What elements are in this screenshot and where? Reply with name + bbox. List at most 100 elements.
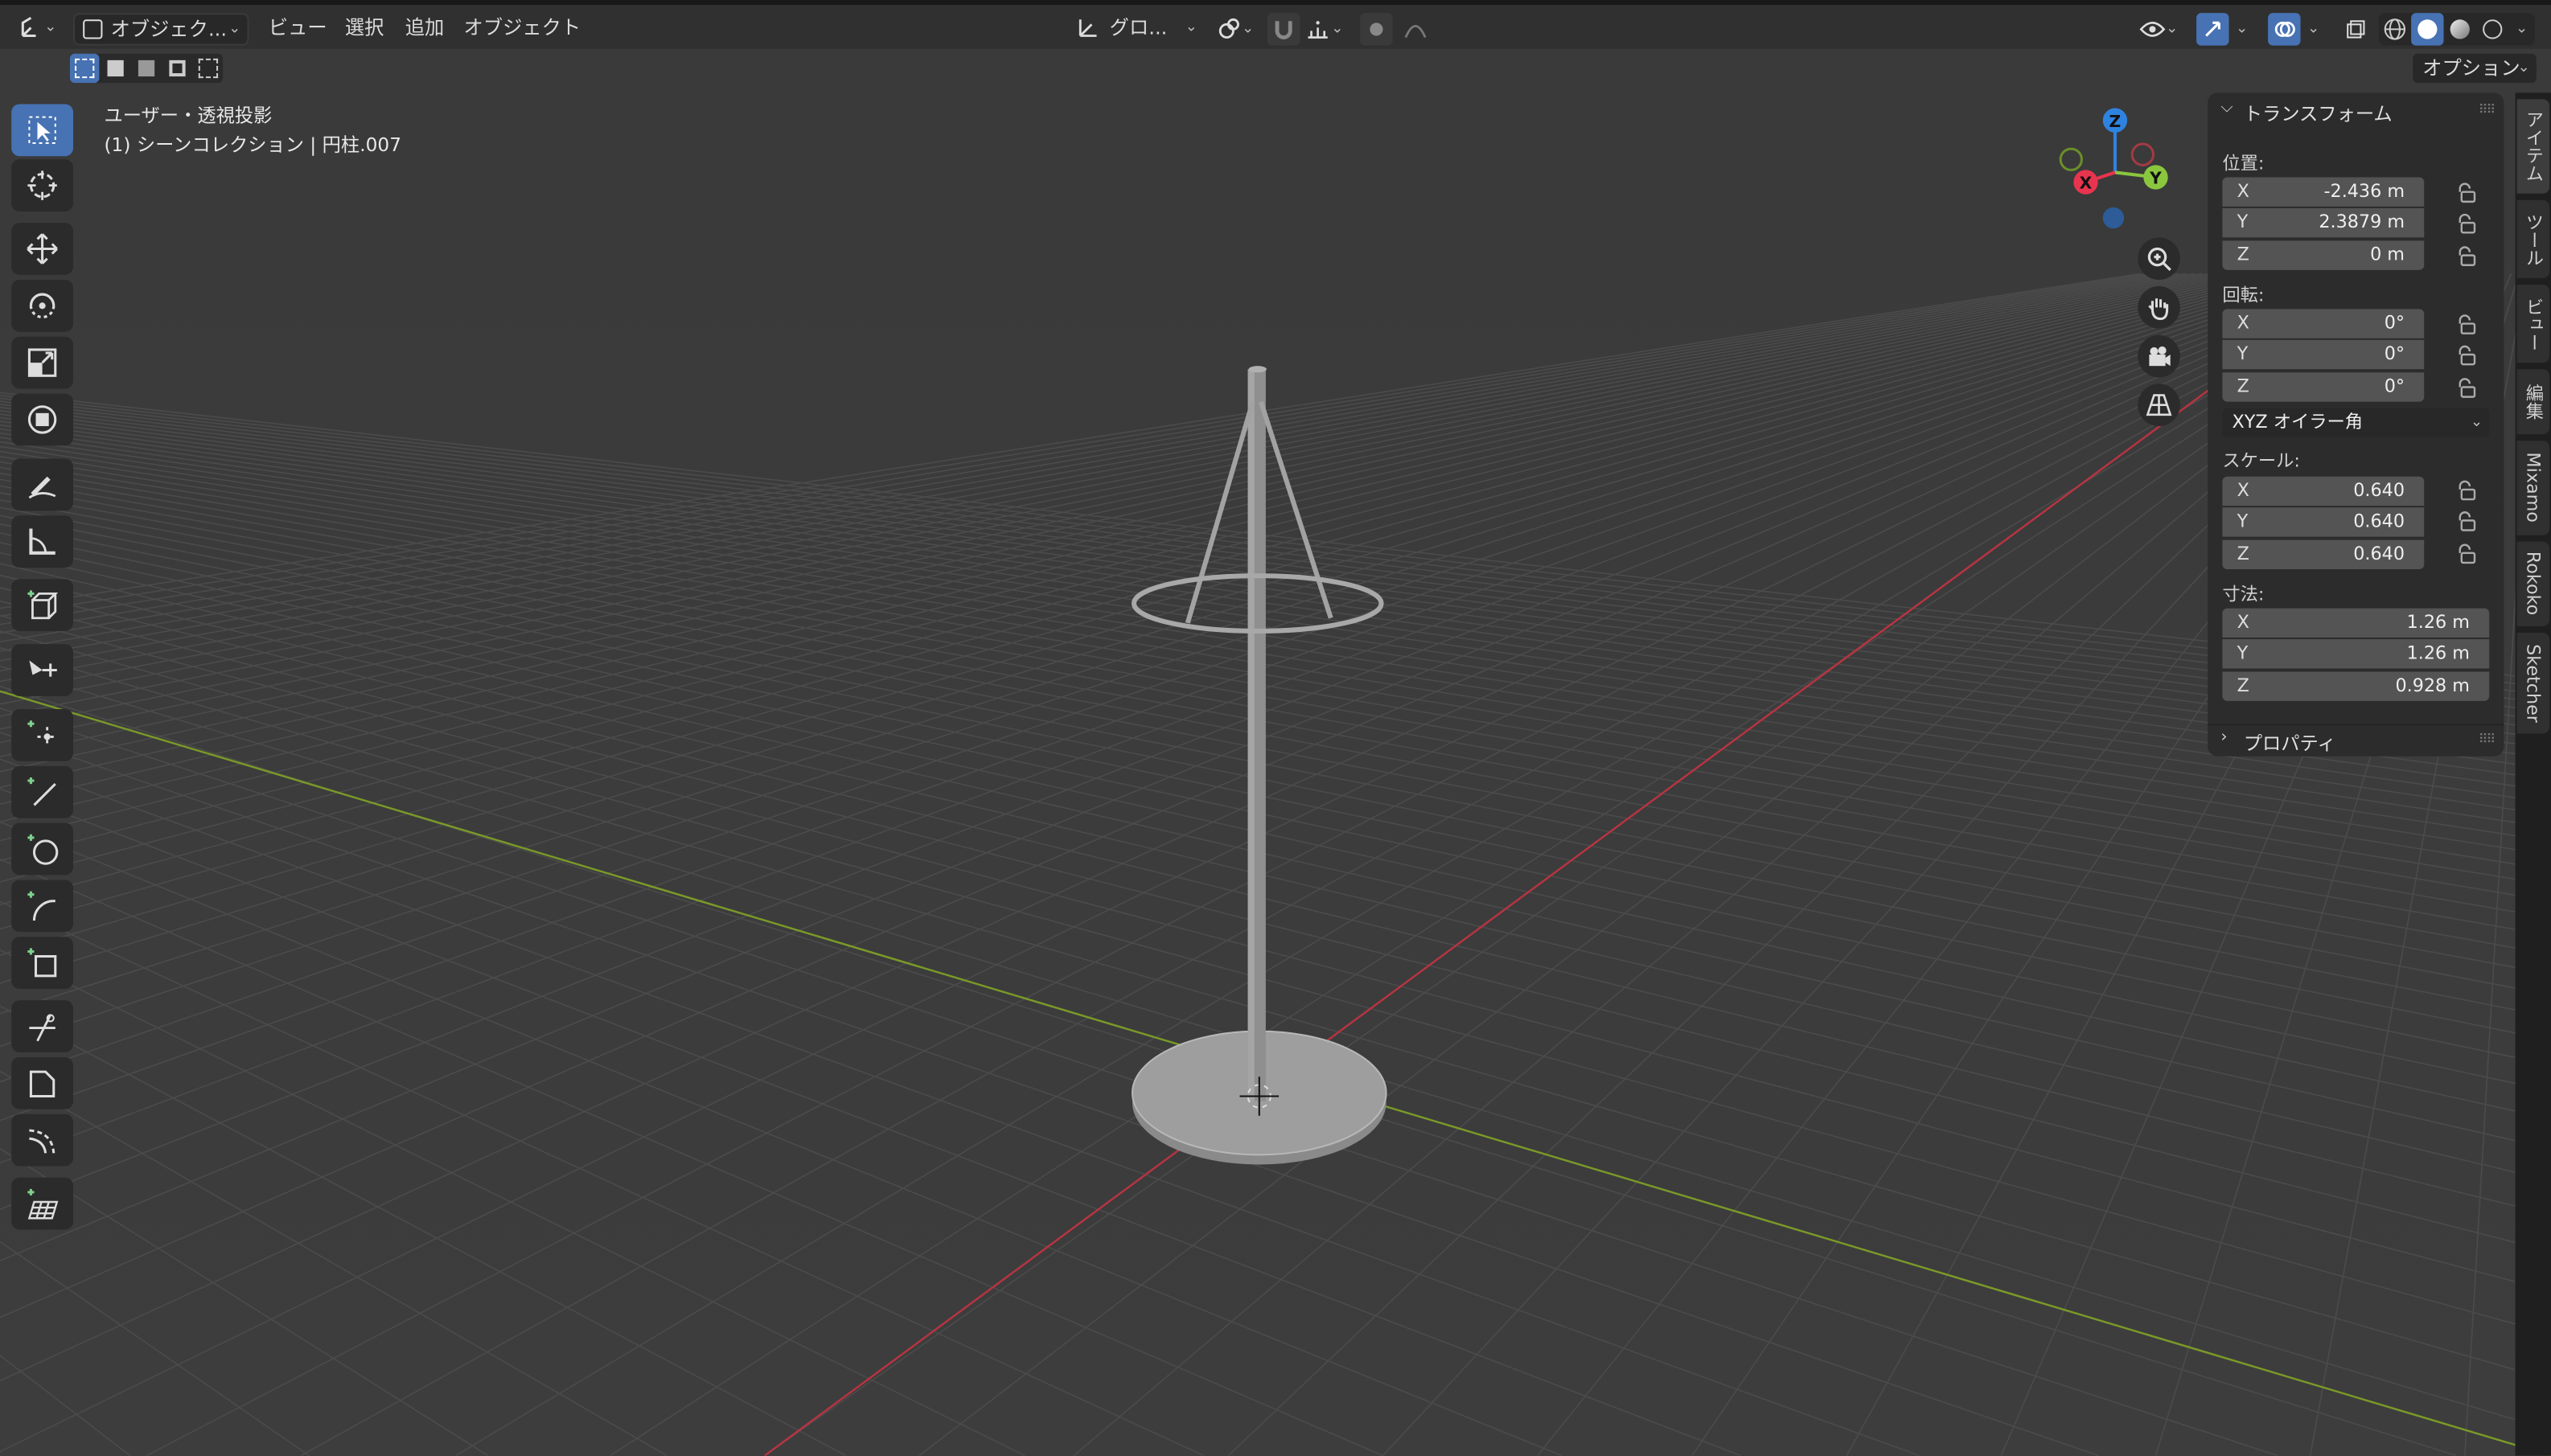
lock-scale-x-icon[interactable]: [2455, 478, 2478, 501]
scale-label: スケール:: [2222, 450, 2300, 472]
tab-item[interactable]: アイテム: [2516, 99, 2550, 194]
lock-rotation-z-icon[interactable]: [2455, 375, 2478, 398]
gizmo-toggle[interactable]: [2196, 13, 2229, 46]
field-value: 2.3879 m: [2319, 211, 2405, 233]
add-vertex-tool[interactable]: [11, 709, 74, 761]
axis-label: Z: [2237, 543, 2249, 564]
gizmo-dropdown[interactable]: ⌄: [2231, 13, 2253, 45]
mode-dropdown[interactable]: オブジェク... ⌄: [73, 13, 249, 46]
move-tool[interactable]: [11, 223, 74, 275]
location-y-field[interactable]: Y 2.3879 m: [2222, 207, 2425, 238]
pan-button[interactable]: [2138, 286, 2180, 329]
drag-handle-icon[interactable]: ⠿⠿: [2479, 102, 2496, 117]
lock-scale-z-icon[interactable]: [2455, 542, 2478, 564]
lock-rotation-x-icon[interactable]: [2455, 312, 2478, 334]
menu-select[interactable]: 選択: [345, 11, 384, 43]
location-z-field[interactable]: Z 0 m: [2222, 240, 2425, 270]
rotation-mode-dropdown[interactable]: XYZ オイラー角 ⌄: [2222, 408, 2490, 438]
tab-view[interactable]: ビュー: [2516, 285, 2550, 363]
measure-tool[interactable]: [11, 515, 74, 568]
select-box-tool[interactable]: [11, 104, 74, 157]
spin-tool[interactable]: [11, 1114, 74, 1167]
proportional-editing-toggle[interactable]: [1360, 13, 1393, 46]
lock-location-x-icon[interactable]: [2455, 181, 2478, 203]
overlays-dropdown[interactable]: ⌄: [2302, 13, 2325, 45]
options-dropdown[interactable]: オプション ⌄: [2411, 51, 2538, 85]
overlays-icon: [2274, 21, 2295, 37]
perspective-toggle-button[interactable]: [2138, 383, 2180, 427]
tab-rokoko[interactable]: Rokoko: [2516, 541, 2550, 626]
menu-add[interactable]: 追加: [405, 11, 445, 43]
editor-type-button[interactable]: ⌄: [13, 11, 62, 43]
xray-toggle[interactable]: [2339, 13, 2372, 45]
cursor-tool[interactable]: [11, 159, 74, 211]
rotation-z-field[interactable]: Z 0°: [2222, 372, 2425, 402]
gizmo-z-label: Z: [2109, 112, 2122, 131]
add-cube-tool[interactable]: [11, 579, 74, 631]
extrude-tool[interactable]: [11, 644, 74, 696]
scale-y-field[interactable]: Y 0.640: [2222, 507, 2425, 537]
scale-tool[interactable]: [11, 336, 74, 389]
zoom-button[interactable]: [2138, 237, 2180, 280]
dimensions-x-field[interactable]: X 1.26 m: [2222, 608, 2490, 638]
drag-handle-icon[interactable]: ⠿⠿: [2479, 732, 2496, 746]
menu-view[interactable]: ビュー: [269, 11, 327, 43]
snap-target-dropdown[interactable]: ⌄: [1301, 13, 1347, 45]
gizmo-neg-z: [2102, 207, 2125, 229]
solid-shading-button[interactable]: [2411, 13, 2444, 46]
select-extend-button[interactable]: [101, 54, 129, 83]
scale-z-field[interactable]: Z 0.640: [2222, 539, 2425, 570]
rotation-y-field[interactable]: Y 0°: [2222, 339, 2425, 370]
properties-panel-header[interactable]: › プロパティ ⠿⠿: [2208, 724, 2504, 755]
select-intersect-icon: [198, 58, 219, 79]
camera-view-button[interactable]: [2138, 334, 2180, 378]
rotation-x-field[interactable]: X 0°: [2222, 309, 2425, 338]
shading-dropdown[interactable]: ⌄: [2508, 13, 2534, 45]
location-x-field[interactable]: X -2.436 m: [2222, 177, 2425, 207]
visibility-dropdown[interactable]: ⌄: [2134, 13, 2183, 45]
rendered-shading-button[interactable]: [2476, 13, 2508, 45]
snap-toggle[interactable]: [1267, 13, 1300, 46]
transform-tool[interactable]: [11, 393, 74, 446]
select-invert-button[interactable]: [162, 54, 191, 83]
mode-label: オブジェク...: [110, 18, 228, 41]
transform-panel-header[interactable]: ⌵ トランスフォーム ⠿⠿: [2208, 99, 2504, 128]
rotate-tool[interactable]: [11, 279, 74, 332]
tab-tool[interactable]: ツール: [2516, 199, 2550, 278]
lock-scale-y-icon[interactable]: [2455, 509, 2478, 531]
gizmo-y-label: Y: [2149, 169, 2162, 188]
add-rectangle-tool[interactable]: [11, 937, 74, 989]
tab-mixamo[interactable]: Mixamo: [2516, 441, 2550, 535]
dimensions-y-field[interactable]: Y 1.26 m: [2222, 639, 2490, 669]
bevel-tool[interactable]: [11, 1056, 74, 1109]
add-line-tool[interactable]: [11, 765, 74, 818]
navigation-gizmo[interactable]: Z Y X: [2047, 100, 2183, 237]
lock-rotation-y-icon[interactable]: [2455, 343, 2478, 366]
menu-object[interactable]: オブジェクト: [464, 11, 581, 43]
falloff-curve-icon: [1404, 25, 1427, 39]
knife-tool[interactable]: [11, 1000, 74, 1052]
object-mode-icon: [83, 19, 103, 39]
proportional-falloff-dropdown[interactable]: [1393, 13, 1439, 45]
add-circle-tool[interactable]: [11, 822, 74, 876]
select-intersect-button[interactable]: [194, 54, 223, 83]
select-subtract-button[interactable]: [132, 54, 161, 83]
pivot-point-button[interactable]: ⌄: [1212, 13, 1258, 45]
dimensions-z-field[interactable]: Z 0.928 m: [2222, 671, 2490, 701]
field-value: 0 m: [2370, 244, 2405, 265]
overlays-toggle[interactable]: [2268, 13, 2301, 46]
select-new-button[interactable]: [69, 53, 100, 84]
lock-location-y-icon[interactable]: [2455, 211, 2478, 234]
shading-modes: ⌄: [2378, 13, 2535, 46]
material-shading-button[interactable]: [2444, 13, 2476, 45]
lock-location-z-icon[interactable]: [2455, 244, 2478, 266]
tab-sketcher[interactable]: Sketcher: [2516, 632, 2550, 734]
tab-edit[interactable]: 編集: [2516, 369, 2550, 435]
scale-x-field[interactable]: X 0.640: [2222, 476, 2425, 507]
transform-orientation-dropdown[interactable]: グロ... ⌄: [1070, 13, 1201, 45]
add-arc-tool[interactable]: [11, 880, 74, 933]
select-new-icon: [75, 58, 95, 79]
annotate-tool[interactable]: [11, 458, 74, 511]
add-grid-tool[interactable]: [11, 1177, 74, 1230]
wireframe-shading-button[interactable]: [2379, 13, 2411, 45]
